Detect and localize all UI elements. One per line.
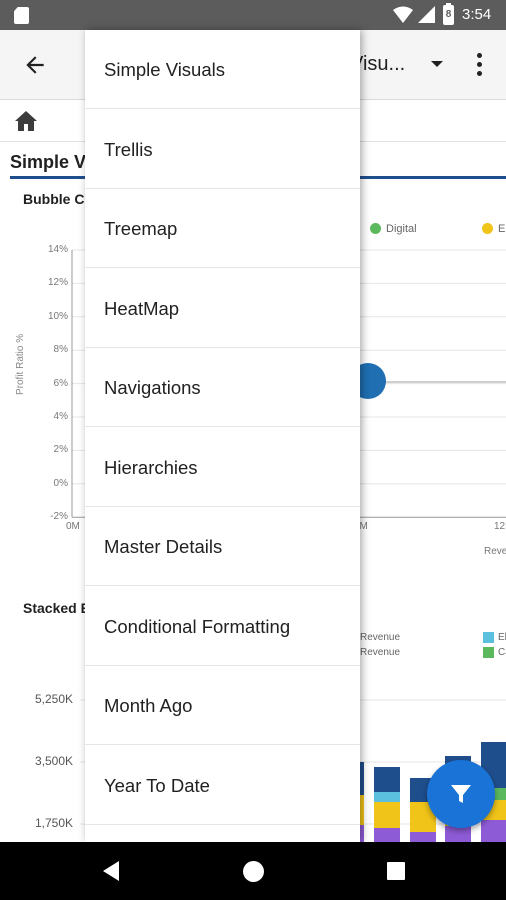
legend-marker-electronics — [483, 632, 494, 643]
bar-segment — [481, 820, 506, 842]
legend-marker-cameras — [483, 647, 494, 658]
drawer-item-label: HeatMap — [104, 297, 180, 319]
drawer-item-label: Trellis — [104, 138, 153, 160]
drawer-item-hierarchies[interactable]: Hierarchies — [85, 428, 360, 507]
bar-column — [374, 767, 400, 842]
drawer-item-simple-visuals[interactable]: Simple Visuals — [85, 30, 360, 109]
nav-home-icon[interactable] — [243, 861, 264, 882]
x-tick-label: 12M — [494, 521, 506, 532]
navigation-drawer: Simple Visuals Trellis Treemap HeatMap Navig… — [85, 30, 360, 842]
legend-label-revenue: Revenue — [360, 647, 401, 658]
drawer-item-month-ago[interactable]: Month Ago — [85, 666, 360, 745]
x-tick-label: 0M — [66, 521, 80, 532]
filter-button[interactable] — [427, 760, 495, 828]
legend-label-revenue: Revenue — [360, 632, 401, 643]
x-axis-title: Revenue — [484, 546, 506, 557]
nav-recents-icon[interactable] — [387, 862, 405, 880]
drawer-item-label: Year To Date — [104, 774, 210, 796]
drawer-item-label: Treemap — [104, 218, 178, 239]
bar-segment — [410, 832, 436, 842]
drawer-item-label: Conditional Formatting — [104, 615, 291, 637]
nav-back-icon[interactable] — [103, 861, 119, 881]
y-axis-title: Profit Ratio % — [15, 333, 26, 395]
system-navigation-bar — [0, 842, 506, 900]
drawer-item-navigations[interactable]: Navigations — [85, 348, 360, 427]
drawer-item-conditional-formatting[interactable]: Conditional Formatting — [85, 587, 360, 666]
drawer-item-trellis[interactable]: Trellis — [85, 110, 360, 189]
drawer-item-heatmap[interactable]: HeatMap — [85, 269, 360, 348]
drawer-item-treemap[interactable]: Treemap — [85, 189, 360, 268]
filter-icon — [451, 785, 471, 803]
bar-segment — [374, 828, 400, 842]
drawer-item-master-details[interactable]: Master Details — [85, 507, 360, 586]
drawer-item-label: Navigations — [104, 377, 201, 398]
drawer-item-label: Month Ago — [104, 695, 193, 716]
drawer-item-label: Master Details — [104, 536, 223, 557]
bar-segment — [445, 826, 471, 842]
drawer-item-label: Hierarchies — [104, 456, 198, 478]
legend-label-electronics: Electronics — [498, 632, 506, 643]
drawer-item-label: Simple Visuals — [104, 59, 225, 80]
drawer-item-year-to-date[interactable]: Year To Date — [85, 746, 360, 825]
legend-label-cameras: Cameras — [498, 647, 506, 658]
